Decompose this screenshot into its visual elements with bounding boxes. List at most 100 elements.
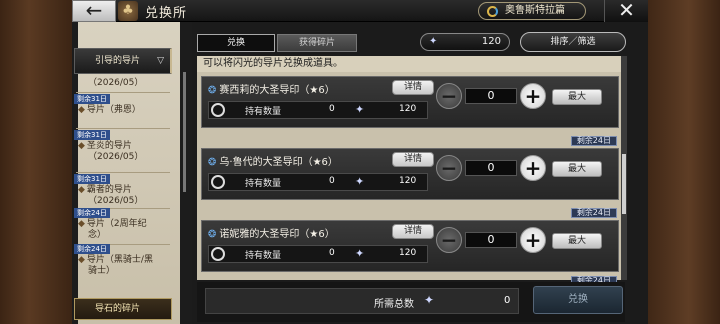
sidebar-category-header[interactable]: 引导的导片 ▽ (74, 48, 172, 74)
cost-value: 120 (399, 176, 417, 186)
sidebar-item-subtext: 念） (88, 230, 107, 240)
remaining-badge: 剩余31日 (74, 94, 110, 104)
stock-value: 0 (329, 248, 335, 258)
cost-value: 120 (399, 248, 417, 258)
detail-button[interactable]: 详情 (392, 152, 434, 167)
stock-value: 0 (329, 104, 335, 114)
sidebar-item[interactable]: 剩余24日 ◆ 导片（黑骑士/黑 骑士） (74, 244, 172, 277)
scrollbar-thumb[interactable] (622, 154, 626, 214)
increase-button[interactable]: + (520, 155, 546, 181)
gem-icon: ✦ (355, 103, 365, 116)
item-name: ❂ 诺妮雅的大圣导印（★6） (208, 225, 335, 240)
sidebar-item[interactable]: 剩余31日 ◆ 导片（弗恩） (74, 94, 172, 116)
detail-button[interactable]: 详情 (392, 224, 434, 239)
item-name-text: 诺妮雅的大圣导印（★6） (219, 229, 335, 240)
page-title: 兑换所 (145, 6, 188, 21)
currency-display: ✦ 120 (420, 33, 510, 51)
remaining-badge: 剩余24日 (570, 136, 617, 146)
left-frame (0, 0, 72, 324)
sidebar-item-selected[interactable]: 导石的碎片 (74, 298, 172, 320)
total-required-box: 所需总数 ✦ 0 (205, 288, 519, 314)
item-name-text: 赛西莉的大圣导印（★6） (219, 85, 335, 96)
increase-button[interactable]: + (520, 227, 546, 253)
item-name: ❂ 乌·鲁代的大圣导印（★6） (208, 153, 338, 168)
exchange-button[interactable]: 兑换 (533, 286, 623, 314)
sidebar-item[interactable]: （2026/05） (74, 78, 172, 89)
stock-label: 持有数量 (245, 251, 282, 261)
remaining-badge: 剩余31日 (74, 174, 110, 184)
remaining-badge: 剩余24日 (74, 244, 110, 254)
sidebar-scrollbar[interactable] (183, 72, 186, 192)
sidebar-item-subtext: （2026/05） (88, 152, 144, 162)
sidebar-item[interactable]: 剩余31日 ◆ 霸者的导片 （2026/05） (74, 174, 172, 207)
shard-icon: ◆ (78, 105, 85, 115)
decrease-button[interactable]: − (436, 227, 462, 253)
quantity-field[interactable]: 0 (465, 160, 517, 176)
sidebar-item-subtext: （2026/05） (88, 196, 144, 206)
detail-button[interactable]: 详情 (392, 80, 434, 95)
item-list: 可以将闪光的导片兑换成道具。 ❂ 赛西莉的大圣导印（★6） 详情 持有数量 0 ✦… (197, 56, 625, 286)
right-frame (642, 0, 720, 324)
seal-icon: ❂ (208, 157, 217, 168)
stock-row: 持有数量 0 ✦ 120 (208, 101, 428, 119)
remaining-badge: 剩余31日 (74, 130, 110, 140)
tab-exchange[interactable]: 兑换 (197, 34, 275, 52)
max-button[interactable]: 最大 (552, 233, 602, 249)
seal-icon: ❂ (208, 85, 217, 96)
list-scrollbar[interactable] (621, 56, 627, 280)
divider (76, 92, 170, 93)
currency-amount: 120 (481, 36, 501, 47)
exchange-panel: 兑换 获得碎片 ✦ 120 排序／筛选 可以将闪光的导片兑换成道具。 ❂ 赛西莉的… (192, 22, 648, 324)
magnifier-icon[interactable] (211, 247, 225, 261)
magnifier-icon[interactable] (211, 175, 225, 189)
total-label: 所需总数 (374, 299, 414, 310)
sidebar-item-text: 导片（2周年纪 (86, 219, 147, 229)
sidebar-item-text: 圣炎的导片 (86, 141, 132, 151)
max-button[interactable]: 最大 (552, 161, 602, 177)
decrease-button[interactable]: − (436, 155, 462, 181)
exchange-item-card: ❂ 赛西莉的大圣导印（★6） 详情 持有数量 0 ✦ 120 − 0 + 最大 (201, 76, 619, 128)
sidebar-item[interactable]: 剩余31日 ◆ 圣炎的导片 （2026/05） (74, 130, 172, 163)
exchange-item-card: ❂ 诺妮雅的大圣导印（★6） 详情 持有数量 0 ✦ 120 − 0 + 最大 (201, 220, 619, 272)
total-value: 0 (504, 295, 511, 306)
shard-icon: ◆ (78, 255, 85, 265)
magnifier-icon[interactable] (211, 103, 225, 117)
exchange-footer: 所需总数 ✦ 0 兑换 (197, 282, 625, 322)
decrease-button[interactable]: − (436, 83, 462, 109)
max-button[interactable]: 最大 (552, 89, 602, 105)
remaining-badge: 剩余24日 (74, 208, 110, 218)
shard-icon: ◆ (78, 185, 85, 195)
stock-row: 持有数量 0 ✦ 120 (208, 245, 428, 263)
divider (76, 172, 170, 173)
gem-icon: ✦ (355, 247, 365, 260)
gem-icon: ✦ (424, 293, 435, 307)
tab-shards[interactable]: 获得碎片 (277, 34, 357, 52)
divider (76, 128, 170, 129)
quantity-field[interactable]: 0 (465, 232, 517, 248)
sort-filter-button[interactable]: 排序／筛选 (520, 32, 626, 52)
seal-icon: ❂ (208, 229, 217, 240)
back-button[interactable]: ← (72, 0, 116, 22)
instruction-text: 可以将闪光的导片兑换成道具。 (197, 56, 625, 72)
exchange-item-card: ❂ 乌·鲁代的大圣导印（★6） 详情 持有数量 0 ✦ 120 − 0 + 最大 (201, 148, 619, 200)
stock-label: 持有数量 (245, 107, 282, 117)
chevron-down-icon: ▽ (157, 56, 164, 66)
gem-icon: ✦ (429, 36, 438, 47)
sidebar-item-text: 导片（黑骑士/黑 (86, 255, 153, 265)
shard-icon: ◆ (78, 219, 85, 229)
story-button-label: 奥鲁斯特拉篇 (505, 5, 565, 16)
cost-value: 120 (399, 104, 417, 114)
increase-button[interactable]: + (520, 83, 546, 109)
sidebar-header-label: 引导的导片 (95, 56, 141, 66)
story-switch-button[interactable]: 奥鲁斯特拉篇 (478, 2, 586, 20)
close-button[interactable]: ✕ (604, 0, 648, 22)
quantity-field[interactable]: 0 (465, 88, 517, 104)
sidebar-item-subtext: 骑士） (88, 266, 116, 276)
stock-row: 持有数量 0 ✦ 120 (208, 173, 428, 191)
sidebar-item[interactable]: 剩余24日 ◆ 导片（2周年纪 念） (74, 208, 172, 241)
remaining-badge: 剩余24日 (570, 208, 617, 218)
item-name-text: 乌·鲁代的大圣导印（★6） (219, 157, 338, 168)
sidebar-item-text: （2026/05） (88, 78, 144, 88)
sidebar-item-text: 导片（弗恩） (86, 105, 141, 115)
swirl-icon (487, 6, 498, 17)
